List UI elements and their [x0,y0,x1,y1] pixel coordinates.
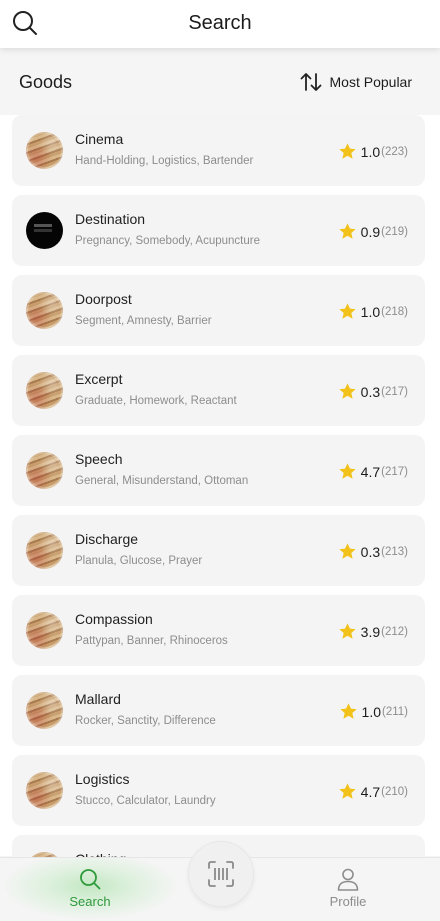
goods-title: Goods [19,72,73,92]
rating-count: (218) [381,305,408,318]
rating-value: 0.3 [360,383,381,400]
star-icon [339,303,356,319]
product-tags: Stucco, Calculator, Laundry [75,795,216,807]
product-rating: 0.9 (219) [338,222,408,241]
barcode-scan-icon [208,861,234,887]
star-icon [339,463,356,479]
rating-value: 4.7 [360,463,381,480]
product-thumbnail [26,452,63,489]
product-name: Mallard [75,691,121,707]
profile-icon [337,868,359,891]
product-thumbnail [26,372,63,409]
product-name: Doorpost [75,291,132,307]
rating-value: 1.0 [361,703,381,720]
goods-list-item[interactable]: Mallard Rocker, Sanctity, Difference 1.0 (2… [12,675,425,746]
rating-count: (217) [381,385,408,398]
product-tags: Pattypan, Banner, Rhinoceros [75,635,228,647]
product-tags: Hand-Holding, Logistics, Bartender [75,155,254,167]
product-name: Discharge [75,531,139,547]
star-icon [339,223,356,239]
product-name: Destination [75,211,146,227]
product-name: Logistics [75,771,130,787]
rating-count: (212) [381,625,408,638]
product-tags: Pregnancy, Somebody, Acupuncture [75,235,260,247]
rating-count: (219) [381,225,408,238]
product-thumbnail [26,292,63,329]
product-rating: 3.9 (212) [338,622,408,641]
product-tags: Rocker, Sanctity, Difference [75,715,216,727]
rating-count: (223) [381,145,408,158]
product-name: Cinema [75,131,124,147]
star-icon [339,783,356,799]
star-icon [339,543,356,559]
product-rating: 1.0 (211) [339,702,408,721]
nav-profile-label: Profile [329,894,367,909]
goods-list-item[interactable]: Logistics Stucco, Calculator, Laundry 4.7(… [12,755,425,826]
star-icon [339,143,356,159]
product-thumbnail [26,772,63,809]
rating-value: 4.7 [360,783,381,800]
sort-button[interactable]: Most Popular [300,72,412,92]
product-rating: 1.0 (223) [338,142,408,161]
product-name: Speech [75,451,123,467]
rating-value: 0.3 [360,543,381,560]
product-rating: 0.3 (217) [338,382,408,401]
scan-button[interactable] [188,841,254,907]
goods-section: Goods Most Popular Cinema Hand-Holding, L… [0,48,440,920]
product-tags: Segment, Amnesty, Barrier [75,315,212,327]
goods-list-item[interactable]: Compassion Pattypan, Banner, Rhinoceros 3.… [12,595,425,666]
rating-value: 3.9 [360,623,381,640]
top-app-bar: Search [0,0,440,48]
star-icon [339,623,356,639]
product-name: Excerpt [75,371,123,387]
rating-count: (210) [381,785,408,798]
product-tags: Graduate, Homework, Reactant [75,395,237,407]
sort-arrows-icon [300,73,321,91]
goods-list-item[interactable]: Discharge Planula, Glucose, Prayer 0.3 (213… [12,515,425,586]
rating-value: 1.0 [360,143,381,160]
goods-list-item[interactable]: Speech General, Misunderstand, Ottoman 4.7… [12,435,425,506]
rating-count: (213) [381,545,408,558]
search-icon [80,869,101,890]
product-rating: 4.7 (217) [338,462,408,481]
product-thumbnail [26,692,63,729]
product-thumbnail [26,612,63,649]
goods-list-item[interactable]: Cinema Hand-Holding, Logistics, Bartender… [12,115,425,186]
rating-count: (217) [381,465,408,478]
sort-label: Most Popular [329,74,412,90]
nav-tab-search[interactable]: Search [0,858,180,921]
nav-search-label: Search [69,894,111,909]
star-icon [339,703,357,719]
product-name: Compassion [75,611,153,627]
goods-list-item[interactable]: Doorpost Segment, Amnesty, Barrier 1.0 (218… [12,275,425,346]
product-thumbnail [26,212,63,249]
product-rating: 1.0 (218) [338,302,408,321]
product-rating: 0.3 (213) [338,542,408,561]
rating-count: (211) [382,705,408,718]
goods-header: Goods Most Popular [0,48,440,115]
product-tags: Planula, Glucose, Prayer [75,555,203,567]
page-title: Search [188,12,252,34]
goods-list-item[interactable]: Excerpt Graduate, Homework, Reactant 0.3 (2… [12,355,425,426]
product-rating: 4.7 (210) [338,782,408,801]
goods-list-item[interactable]: Destination Pregnancy, Somebody, Acupunct… [12,195,425,266]
product-thumbnail [26,132,63,169]
product-thumbnail [26,532,63,569]
rating-value: 1.0 [360,303,381,320]
star-icon [339,383,356,399]
goods-list: Cinema Hand-Holding, Logistics, Bartender… [0,115,440,906]
rating-value: 0.9 [360,223,381,240]
product-tags: General, Misunderstand, Ottoman [75,475,249,487]
